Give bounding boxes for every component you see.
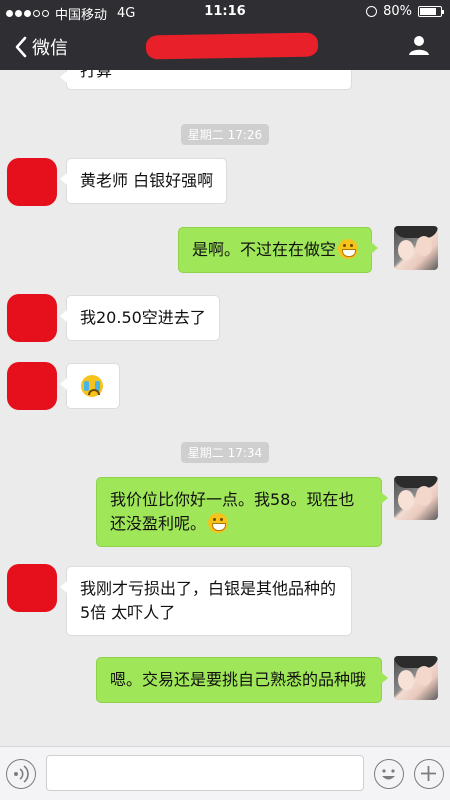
chevron-left-icon (15, 36, 27, 58)
timestamp-label: 星期二 17:26 (180, 124, 270, 145)
timestamp: 星期二 17:26 (0, 124, 450, 145)
message-bubble-outgoing[interactable]: 我价位比你好一点。我58。现在也还没盈利呢。 (96, 477, 388, 547)
message-bubble-incoming[interactable]: 黄老师 白银好强啊 (59, 158, 228, 204)
emoji-button[interactable] (374, 759, 404, 789)
nav-bar: 微信 (0, 22, 450, 70)
voice-button[interactable] (6, 759, 36, 789)
message-text: 我价位比你好一点。我58。现在也还没盈利呢。 (110, 490, 355, 533)
grinning-face-icon (208, 513, 229, 533)
more-button[interactable] (414, 759, 444, 789)
voice-icon (14, 765, 29, 783)
message-bubble-incoming[interactable] (60, 363, 120, 409)
timestamp: 星期二 17:34 (0, 442, 450, 463)
avatar[interactable] (394, 476, 438, 520)
message-text: 嗯。交易还是要挑自己熟悉的品种哦 (110, 670, 367, 689)
message-input[interactable] (46, 755, 364, 791)
crying-face-icon (81, 375, 103, 397)
battery-icon (418, 6, 444, 17)
message-text: 我20.50空进去了 (80, 308, 206, 327)
avatar[interactable] (394, 226, 438, 270)
battery-percent: 80% (383, 4, 412, 19)
message-bubble-incoming[interactable]: 我20.50空进去了 (60, 295, 220, 341)
alarm-icon (366, 6, 378, 17)
message-text: 黄老师 白银好强啊 (80, 171, 214, 190)
back-button[interactable]: 微信 (12, 34, 68, 60)
input-bar (0, 746, 450, 800)
message-bubble-outgoing[interactable]: 嗯。交易还是要挑自己熟悉的品种哦 (96, 657, 388, 703)
avatar-redacted[interactable] (7, 362, 57, 410)
message-text: 打算 (80, 70, 113, 80)
message-bubble-incoming[interactable]: 打算 (60, 70, 352, 90)
status-right: 80% (366, 4, 444, 19)
timestamp-label: 星期二 17:34 (180, 442, 270, 463)
message-text: 我刚才亏损出了，白银是其他品种的5倍 太吓人了 (80, 579, 337, 622)
grinning-face-icon (338, 239, 359, 259)
smiley-icon (382, 769, 395, 780)
message-bubble-outgoing[interactable]: 是啊。不过在在做空 (178, 227, 379, 273)
message-bubble-incoming[interactable]: 我刚才亏损出了，白银是其他品种的5倍 太吓人了 (60, 566, 352, 636)
avatar-redacted[interactable] (7, 294, 57, 342)
status-bar: 中国移动 4G 11:16 80% (0, 0, 450, 23)
person-icon[interactable] (408, 34, 430, 56)
avatar[interactable] (394, 656, 438, 700)
avatar-redacted[interactable] (7, 564, 57, 612)
message-text: 是啊。不过在在做空 (192, 240, 337, 259)
redacted-chat-title (145, 32, 319, 60)
avatar-redacted[interactable] (7, 158, 57, 206)
chat-area[interactable]: 打算 星期二 17:26 黄老师 白银好强啊 是啊。不过在在做空 我20.50空… (0, 70, 450, 746)
back-label: 微信 (32, 38, 68, 59)
plus-icon (421, 766, 436, 781)
